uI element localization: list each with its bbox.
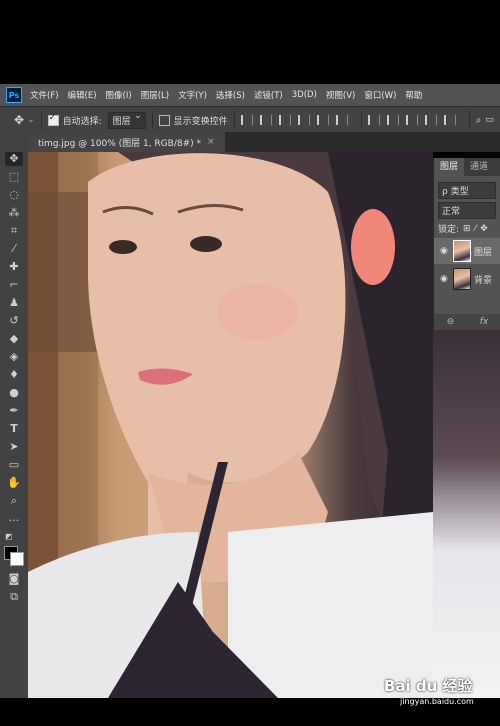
menu-filter[interactable]: 滤镜(T) (254, 89, 283, 101)
letterbox-top (0, 0, 500, 84)
pen-tool-icon[interactable]: ✒ (5, 404, 23, 418)
divider (468, 111, 470, 129)
tool-preset-chevron-icon[interactable]: ⌄ (27, 115, 35, 125)
paint-bucket-tool-icon[interactable]: ◈ (5, 350, 23, 364)
hand-tool-icon[interactable]: ✋ (5, 476, 23, 490)
menu-edit[interactable]: 编辑(E) (68, 89, 97, 101)
lasso-tool-icon[interactable]: ◌ (5, 188, 23, 202)
document-canvas-right (433, 330, 500, 698)
menu-select[interactable]: 选择(S) (216, 89, 245, 101)
document-tab-strip: timg.jpg @ 100% (图层 1, RGB/8#) * × (28, 132, 500, 152)
quick-mask-icon[interactable]: ◙ (5, 572, 23, 586)
clone-stamp-tool-icon[interactable]: ♟ (5, 296, 23, 310)
panel-tabs: 图层 通道 (434, 158, 500, 176)
layer-name: 图层 (474, 247, 493, 258)
crop-tool-icon[interactable]: ⌗ (5, 224, 23, 238)
baidu-jingyan-watermark: Bai du 经验 jingyan.baidu.com (384, 675, 500, 715)
eyedropper-tool-icon[interactable]: ⁄ (5, 242, 23, 256)
workspace-icon[interactable]: ▭ (485, 115, 494, 125)
layer-row[interactable]: ◉ 背景 (434, 266, 500, 292)
document-tab-title: timg.jpg @ 100% (图层 1, RGB/8#) * (38, 138, 202, 149)
lock-label: 锁定: (438, 225, 460, 235)
show-transform-checkbox[interactable] (158, 114, 170, 126)
brush-tool-icon[interactable]: ⌐ (5, 278, 23, 292)
link-layers-icon[interactable]: ⊖ (447, 317, 455, 327)
align-left-icon[interactable] (297, 115, 310, 125)
show-transform-label: 显示变换控件 (173, 116, 228, 127)
align-vcenter-icon[interactable] (259, 115, 272, 125)
eye-icon[interactable]: ◉ (440, 246, 450, 256)
watermark-logo: Bai du 经验 (384, 677, 473, 695)
menu-file[interactable]: 文件(F) (30, 89, 59, 101)
path-selection-tool-icon[interactable]: ➤ (5, 440, 23, 454)
auto-select-dropdown[interactable]: 图层 (107, 111, 146, 129)
distribute-top-icon[interactable] (367, 115, 380, 125)
menu-image[interactable]: 图像(I) (106, 89, 132, 101)
align-hcenter-icon[interactable] (316, 115, 329, 125)
shape-tool-icon[interactable]: ▭ (5, 458, 23, 472)
quick-select-tool-icon[interactable]: ⁂ (5, 206, 23, 220)
move-tool-icon[interactable]: ✥ (5, 152, 23, 166)
align-right-icon[interactable] (335, 115, 348, 125)
menu-window[interactable]: 窗口(W) (364, 89, 396, 101)
align-top-icon[interactable] (240, 115, 253, 125)
divider (360, 111, 362, 129)
document-canvas[interactable] (28, 152, 433, 698)
menu-3d[interactable]: 3D(D) (292, 90, 317, 100)
history-brush-tool-icon[interactable]: ↺ (5, 314, 23, 328)
menu-bar: Ps 文件(F) 编辑(E) 图像(I) 图层(L) 文字(Y) 选择(S) 滤… (0, 84, 500, 106)
eraser-tool-icon[interactable]: ◆ (5, 332, 23, 346)
screen-mode-icon[interactable]: ⧉ (5, 590, 23, 604)
search-icon[interactable]: ⌕ (476, 115, 482, 126)
distribute-right-icon[interactable] (443, 115, 456, 125)
watermark-url: jingyan.baidu.com (400, 697, 474, 706)
background-color-swatch[interactable] (10, 552, 24, 566)
divider (151, 111, 153, 129)
layer-thumbnail (453, 268, 471, 290)
dodge-tool-icon[interactable]: ● (5, 386, 23, 400)
marquee-tool-icon[interactable]: ⬚ (5, 170, 23, 184)
distribute-bottom-icon[interactable] (405, 115, 418, 125)
divider (233, 111, 235, 129)
eye-icon[interactable]: ◉ (440, 274, 450, 284)
photoshop-logo-icon: Ps (6, 87, 22, 103)
align-bottom-icon[interactable] (278, 115, 291, 125)
more-tools-icon[interactable]: ··· (5, 514, 23, 528)
divider (40, 111, 42, 129)
lock-move-icon[interactable]: ✥ (480, 224, 488, 234)
document-tab[interactable]: timg.jpg @ 100% (图层 1, RGB/8#) * × (28, 132, 225, 152)
layer-filter-dropdown[interactable]: ρ 类型 (438, 182, 496, 199)
tools-panel: ✥ ⬚ ◌ ⁂ ⌗ ⁄ ✚ ⌐ ♟ ↺ ◆ ◈ ♦ ● ✒ T ➤ ▭ ✋ ⌕ … (0, 132, 29, 698)
lock-pixels-icon[interactable]: ⊞ (463, 224, 471, 234)
lock-brush-icon[interactable]: ⁄ (475, 224, 477, 234)
menu-view[interactable]: 视图(V) (326, 89, 355, 101)
blur-tool-icon[interactable]: ♦ (5, 368, 23, 382)
blend-mode-dropdown[interactable]: 正常 (438, 202, 496, 219)
fx-button[interactable]: fx (480, 317, 489, 327)
distribute-left-icon[interactable] (424, 115, 437, 125)
options-bar: ✥ ⌄ 自动选择: 图层 显示变换控件 ⌕ ▭ (0, 106, 500, 133)
layers-panel-footer: ⊖ fx (434, 314, 500, 330)
menu-type[interactable]: 文字(Y) (178, 89, 207, 101)
photo-image (28, 152, 433, 698)
menu-layer[interactable]: 图层(L) (141, 89, 169, 101)
layers-panel: 图层 通道 ρ 类型 正常 锁定: ⊞ ⁄ ✥ ◉ 图层 ◉ 背景 ⊖ fx (433, 158, 500, 330)
type-tool-icon[interactable]: T (5, 422, 23, 436)
distribute-vcenter-icon[interactable] (386, 115, 399, 125)
close-icon[interactable]: × (207, 137, 215, 147)
default-colors-icon[interactable]: ◩ (5, 530, 23, 544)
healing-brush-tool-icon[interactable]: ✚ (5, 260, 23, 274)
tab-channels[interactable]: 通道 (464, 158, 494, 176)
menu-help[interactable]: 帮助 (405, 89, 422, 101)
auto-select-label: 自动选择: (62, 116, 102, 127)
zoom-tool-icon[interactable]: ⌕ (5, 494, 23, 508)
layer-thumbnail (453, 240, 471, 262)
move-tool-icon[interactable]: ✥ (14, 113, 24, 127)
auto-select-checkbox[interactable] (47, 113, 59, 126)
layer-row[interactable]: ◉ 图层 (434, 238, 500, 264)
layer-name: 背景 (474, 275, 493, 286)
tab-layers[interactable]: 图层 (434, 158, 465, 176)
